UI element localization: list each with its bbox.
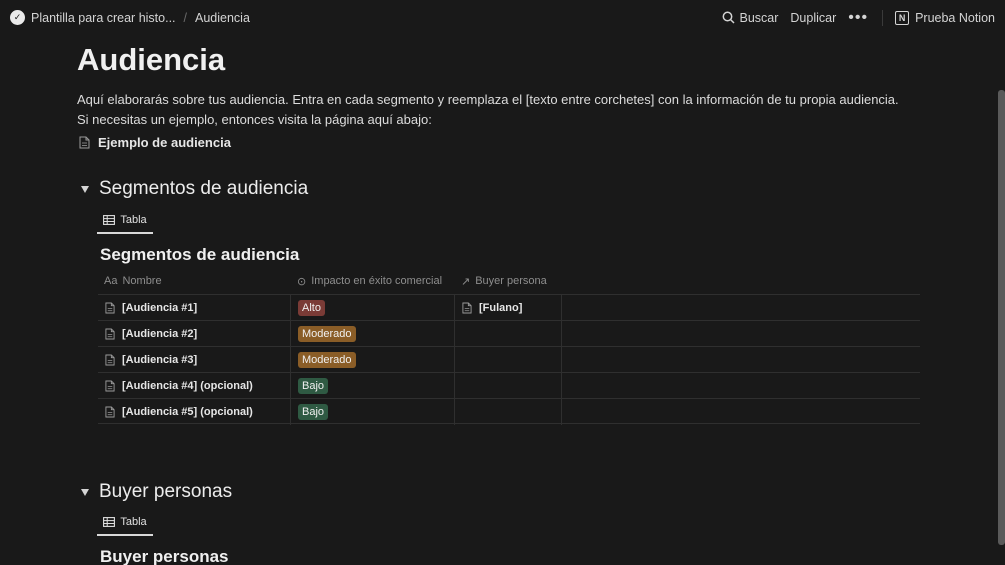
impact-tag: Moderado <box>298 352 356 368</box>
breadcrumb-separator: / <box>183 10 187 25</box>
column-header-impacto[interactable]: ⊙ Impacto en éxito comercial <box>291 268 455 294</box>
row-name: [Audiencia #5] (opcional) <box>122 406 253 418</box>
scrollbar[interactable] <box>998 90 1005 545</box>
page-icon <box>105 380 115 392</box>
divider <box>882 9 884 26</box>
toggle-heading-buyer-personas[interactable]: Buyer personas <box>81 481 232 503</box>
cell-impacto[interactable]: Bajo <box>291 399 455 425</box>
row-name: [Audiencia #3] <box>122 354 198 366</box>
page-icon <box>105 302 115 314</box>
impact-tag: Bajo <box>298 378 329 394</box>
relation-link[interactable]: [Fulano] <box>462 302 522 314</box>
workspace-label: Prueba Notion <box>915 10 995 25</box>
cell-buyer-persona[interactable] <box>455 399 562 425</box>
database-title[interactable]: Segmentos de audiencia <box>100 245 299 265</box>
table-row[interactable]: [Audiencia #5] (opcional) Bajo <box>98 398 920 425</box>
section-heading: Buyer personas <box>99 481 233 502</box>
duplicate-label: Duplicar <box>790 10 837 25</box>
cell-nombre[interactable]: [Audiencia #4] (opcional) <box>98 373 291 399</box>
breadcrumb-current[interactable]: Audiencia <box>195 11 250 25</box>
section-heading: Segmentos de audiencia <box>99 178 309 199</box>
page-icon <box>79 136 90 149</box>
toggle-heading-segmentos[interactable]: Segmentos de audiencia <box>81 178 308 200</box>
page-emoji-icon[interactable]: ✓ <box>10 10 25 25</box>
tab-label: Tabla <box>120 214 147 226</box>
cell-impacto[interactable]: Moderado <box>291 321 455 347</box>
cell-nombre[interactable]: [Audiencia #5] (opcional) <box>98 399 291 425</box>
toggle-triangle-icon[interactable] <box>81 488 89 496</box>
cell-empty[interactable] <box>562 373 920 399</box>
breadcrumb: ✓ Plantilla para crear histo... / Audien… <box>10 10 250 25</box>
toggle-triangle-icon[interactable] <box>81 185 89 193</box>
text-property-icon: Aa <box>104 275 118 287</box>
cell-impacto[interactable]: Bajo <box>291 373 455 399</box>
cell-buyer-persona[interactable] <box>455 373 562 399</box>
column-label: Nombre <box>122 275 162 287</box>
table-icon <box>103 215 116 225</box>
cell-buyer-persona[interactable] <box>455 347 562 373</box>
cell-nombre[interactable]: [Audiencia #1] <box>98 295 291 321</box>
column-header-nombre[interactable]: Aa Nombre <box>98 268 291 294</box>
example-page-label: Ejemplo de audiencia <box>98 135 231 150</box>
table-row[interactable]: [Audiencia #4] (opcional) Bajo <box>98 372 920 399</box>
impact-tag: Bajo <box>298 404 329 420</box>
more-options-icon[interactable]: ••• <box>848 9 868 26</box>
search-icon <box>722 11 735 24</box>
cell-empty[interactable] <box>562 321 920 347</box>
tab-tabla[interactable]: Tabla <box>97 510 153 536</box>
column-label: Impacto en éxito comercial <box>311 275 443 287</box>
table-row[interactable]: [Audiencia #2] Moderado <box>98 320 920 347</box>
search-button[interactable]: Buscar <box>722 10 779 25</box>
page-icon <box>105 328 115 340</box>
page-icon <box>105 406 115 418</box>
cell-nombre[interactable]: [Audiencia #2] <box>98 321 291 347</box>
row-name: [Audiencia #1] <box>122 302 198 314</box>
page-icon <box>105 354 115 366</box>
page-icon <box>462 302 472 314</box>
cell-nombre[interactable]: [Audiencia #3] <box>98 347 291 373</box>
table-row[interactable]: [Audiencia #3] Moderado <box>98 346 920 373</box>
cell-impacto[interactable]: Moderado <box>291 347 455 373</box>
table-header: Aa Nombre ⊙ Impacto en éxito comercial ↗… <box>98 268 920 294</box>
page-description[interactable]: Aquí elaborarás sobre tus audiencia. Ent… <box>77 90 907 130</box>
row-name: [Audiencia #4] (opcional) <box>122 380 253 392</box>
impact-tag: Alto <box>298 300 325 316</box>
top-bar: ✓ Plantilla para crear histo... / Audien… <box>0 0 1005 35</box>
database-title[interactable]: Buyer personas <box>100 547 229 565</box>
breadcrumb-parent[interactable]: Plantilla para crear histo... <box>31 11 176 25</box>
segments-table: Aa Nombre ⊙ Impacto en éxito comercial ↗… <box>98 268 920 425</box>
cell-empty[interactable] <box>562 347 920 373</box>
tab-tabla[interactable]: Tabla <box>97 208 153 234</box>
cell-impacto[interactable]: Alto <box>291 295 455 321</box>
table-icon <box>103 517 116 527</box>
table-body: [Audiencia #1] Alto [Fulano] [Audiencia #2]… <box>98 294 920 425</box>
select-property-icon: ⊙ <box>297 275 307 288</box>
column-header-buyer-persona[interactable]: ↗ Buyer persona <box>455 268 547 294</box>
duplicate-button[interactable]: Duplicar <box>790 11 836 25</box>
impact-tag: Moderado <box>298 326 356 342</box>
search-label: Buscar <box>739 10 779 25</box>
persona-name: [Fulano] <box>479 302 523 314</box>
example-page-link[interactable]: Ejemplo de audiencia <box>79 135 231 150</box>
cell-buyer-persona[interactable] <box>455 321 562 347</box>
cell-empty[interactable] <box>562 295 920 321</box>
table-row[interactable]: [Audiencia #1] Alto [Fulano] <box>98 294 920 321</box>
tab-label: Tabla <box>120 516 147 528</box>
column-label: Buyer persona <box>475 275 547 287</box>
cell-empty[interactable] <box>562 399 920 425</box>
workspace-button[interactable]: N Prueba Notion <box>895 10 995 25</box>
page-title[interactable]: Audiencia <box>77 42 225 78</box>
relation-property-icon: ↗ <box>461 275 471 288</box>
cell-buyer-persona[interactable]: [Fulano] <box>455 295 562 321</box>
notion-logo-icon: N <box>895 10 910 25</box>
row-name: [Audiencia #2] <box>122 328 198 340</box>
